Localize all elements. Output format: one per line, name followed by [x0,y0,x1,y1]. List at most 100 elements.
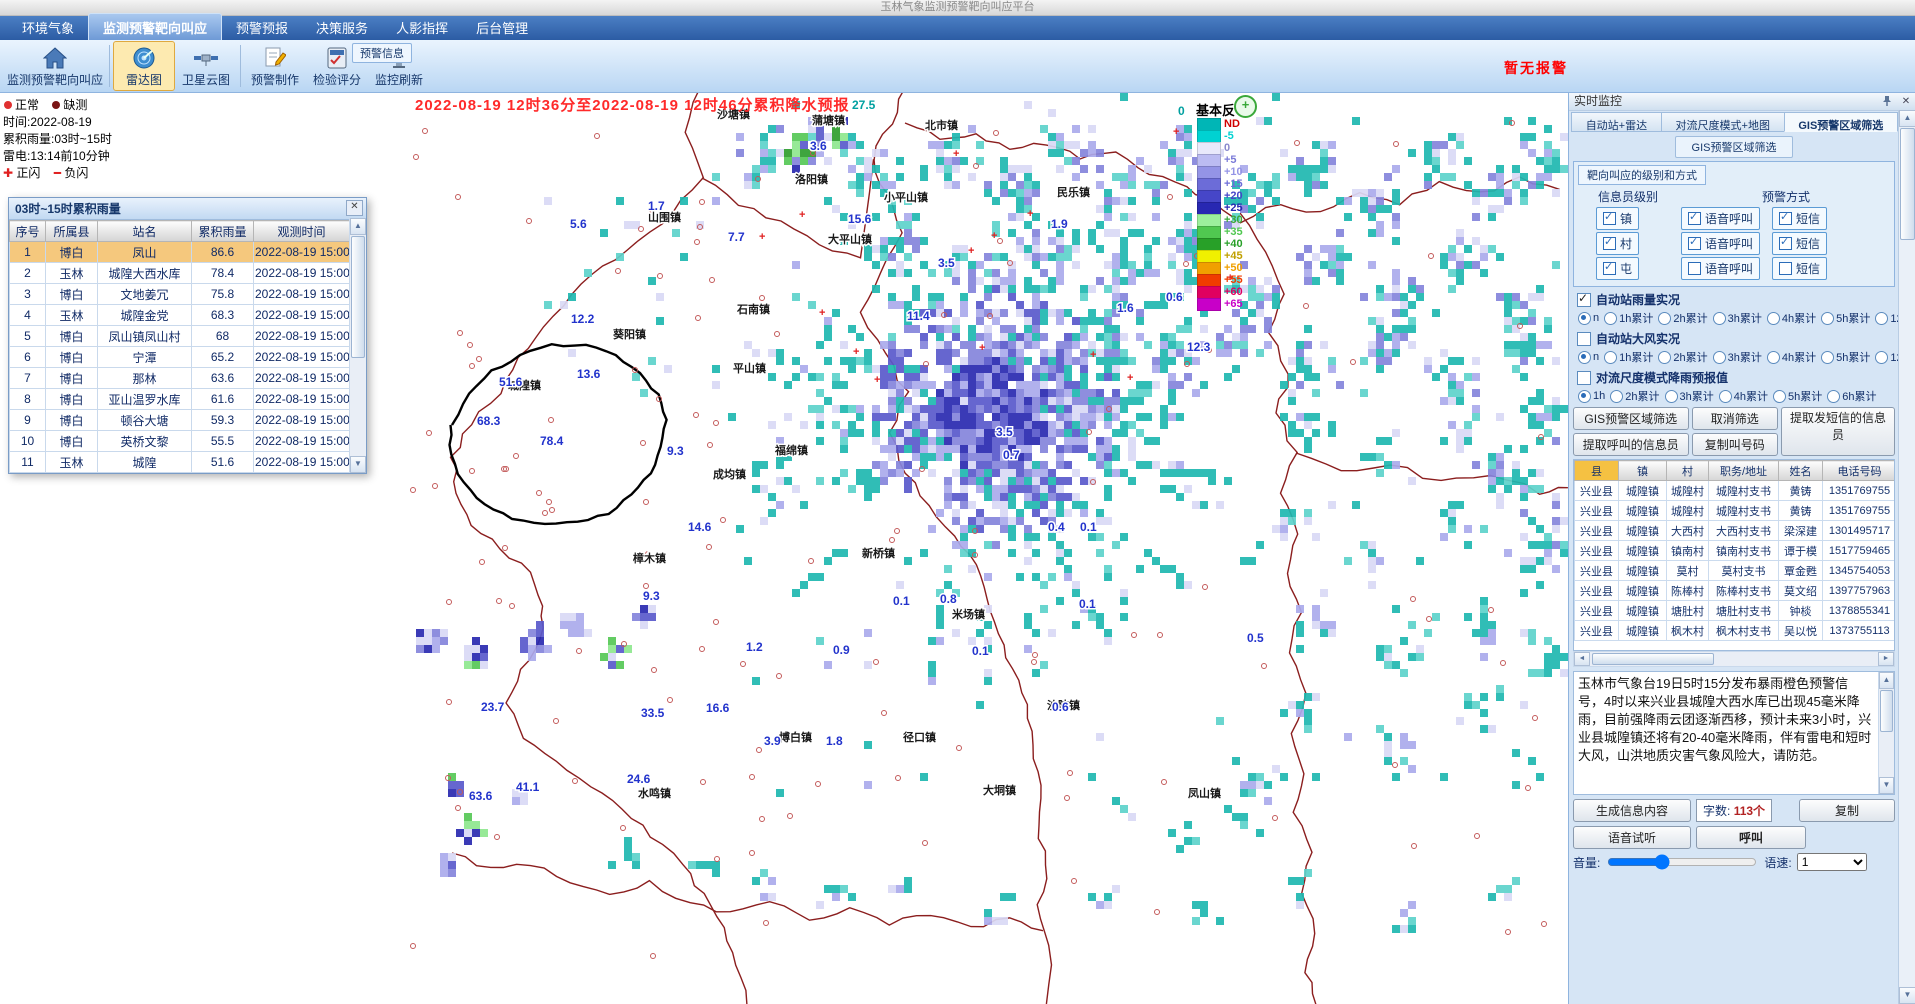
radio-icon[interactable] [1658,312,1671,325]
sms-chip-0[interactable]: 短信 [1772,207,1827,230]
radio-icon[interactable] [1773,390,1786,403]
voice-call-chip-0[interactable]: 语音呼叫 [1681,207,1760,230]
radio-icon[interactable] [1604,351,1617,364]
panel-tab-0[interactable]: 自动站+雷达 [1571,112,1662,132]
panel-tab-1[interactable]: 对流尺度模式+地图 [1661,112,1785,132]
map-viewport[interactable]: ++++++++++++++沙塘镇蒲塘镇北市镇洛阳镇小平山镇民乐镇山围镇大平山镇… [0,93,1568,1004]
message-box[interactable]: 玉林市气象台19日5时15分发布暴雨橙色预警信号，4时以来兴业县城隍大西水库已出… [1573,671,1895,795]
table-row[interactable]: 4玉林城隍金党68.32022-08-19 15:00 [10,305,350,326]
rain-col-header[interactable]: 站名 [98,221,192,242]
extract-sms-button[interactable]: 提取发短信的信息员 [1781,407,1895,456]
voice-call-chip-2[interactable]: 语音呼叫 [1681,257,1760,280]
radio-icon[interactable] [1610,390,1623,403]
table-row[interactable]: 兴业县城隍镇城隍村城隍村支书黄铸1351769755 [1575,501,1896,521]
contact-col-header[interactable]: 县 [1575,461,1619,481]
scroll-up-icon[interactable]: ▲ [1899,110,1915,127]
call-button[interactable]: 呼叫 [1696,826,1806,849]
contact-col-header[interactable]: 电话号码 [1823,461,1896,481]
table-row[interactable]: 兴业县城隍镇莫村莫村支书覃金甦1345754053 [1575,561,1896,581]
generate-message-button[interactable]: 生成信息内容 [1573,799,1691,822]
menu-tab-1[interactable]: 监测预警靶向叫应 [88,13,222,40]
contact-col-header[interactable]: 职务/地址 [1709,461,1779,481]
level-chip-屯[interactable]: 屯 [1596,257,1639,280]
tool-item-2[interactable]: 卫星云图 [175,41,237,91]
scrollbar-thumb[interactable] [1592,653,1714,665]
tool-item-1[interactable]: 雷达图 [113,41,175,91]
table-row[interactable]: 8博白亚山温罗水库61.62022-08-19 15:00 [10,389,350,410]
contact-table-hscrollbar[interactable]: ◄ ► [1573,651,1895,667]
auto-wind-checkbox-row[interactable]: 自动站大风实况 [1577,330,1895,347]
scroll-left-icon[interactable]: ◄ [1574,652,1590,666]
scroll-up-icon[interactable]: ▲ [1879,672,1894,689]
menu-tab-3[interactable]: 决策服务 [302,14,382,40]
radio-icon[interactable] [1578,390,1591,403]
table-row[interactable]: 3博白文地姜冗75.82022-08-19 15:00 [10,284,350,305]
rain-window-titlebar[interactable]: 03时~15时累积雨量 ✕ [9,198,366,220]
table-row[interactable]: 9博白顿谷大塘59.32022-08-19 15:00 [10,410,350,431]
scroll-up-icon[interactable]: ▲ [350,218,366,235]
rain-col-header[interactable]: 观测时间 [254,221,350,242]
contact-col-header[interactable]: 镇 [1619,461,1667,481]
panel-scrollbar[interactable]: ▲ ▼ [1898,110,1915,1004]
gis-filter-button[interactable]: GIS预警区域筛选 [1573,407,1689,430]
volume-slider[interactable] [1607,855,1757,869]
table-row[interactable]: 6博白宁潭65.22022-08-19 15:00 [10,347,350,368]
rain-col-header[interactable]: 累积雨量 [192,221,254,242]
map-zoom-button[interactable]: + [1234,95,1257,118]
radio-icon[interactable] [1665,390,1678,403]
checkbox-icon[interactable] [1577,332,1591,346]
gis-filter-section-label[interactable]: GIS预警区域筛选 [1675,136,1793,158]
table-row[interactable]: 兴业县城隍镇塘肚村塘肚村支书钟棪1378855341 [1575,601,1896,621]
close-icon[interactable]: ✕ [1898,94,1914,110]
menu-tab-2[interactable]: 预警预报 [222,14,302,40]
radio-icon[interactable] [1875,312,1888,325]
scroll-down-icon[interactable]: ▼ [350,456,366,473]
rain-col-header[interactable]: 序号 [10,221,46,242]
scroll-down-icon[interactable]: ▼ [1899,987,1915,1004]
table-row[interactable]: 11玉林城隍51.62022-08-19 15:00 [10,452,350,473]
copy-number-button[interactable]: 复制叫号码 [1692,433,1779,456]
radio-icon[interactable] [1767,351,1780,364]
contact-col-header[interactable]: 姓名 [1779,461,1823,481]
radio-icon[interactable] [1658,351,1671,364]
extract-call-button[interactable]: 提取呼叫的信息员 [1573,433,1689,456]
panel-tab-2[interactable]: GIS预警区域筛选 [1784,112,1898,132]
scrollbar-thumb[interactable] [351,236,365,358]
copy-button[interactable]: 复制 [1799,799,1895,822]
table-row[interactable]: 5博白凤山镇凤山村682022-08-19 15:00 [10,326,350,347]
menu-tab-4[interactable]: 人影指挥 [382,14,462,40]
radio-icon[interactable] [1713,351,1726,364]
radio-icon[interactable] [1713,312,1726,325]
level-chip-村[interactable]: 村 [1596,232,1639,255]
table-row[interactable]: 2玉林城隍大西水库78.42022-08-19 15:00 [10,263,350,284]
radio-icon[interactable] [1578,351,1591,364]
voice-preview-button[interactable]: 语音试听 [1573,826,1691,849]
message-scrollbar[interactable]: ▲ ▼ [1878,672,1894,794]
radio-icon[interactable] [1875,351,1888,364]
radio-icon[interactable] [1719,390,1732,403]
table-row[interactable]: 1博白凤山86.62022-08-19 15:00 [10,242,350,263]
speed-select[interactable]: 1 [1797,853,1867,871]
radio-icon[interactable] [1827,390,1840,403]
scroll-right-icon[interactable]: ► [1878,652,1894,666]
menu-tab-5[interactable]: 后台管理 [462,14,542,40]
close-icon[interactable]: ✕ [346,200,363,216]
sms-chip-2[interactable]: 短信 [1772,257,1827,280]
radio-icon[interactable] [1821,351,1834,364]
checkbox-icon[interactable] [1577,293,1591,307]
checkbox-icon[interactable] [1577,371,1591,385]
cancel-filter-button[interactable]: 取消筛选 [1692,407,1779,430]
pin-icon[interactable] [1879,94,1895,110]
table-row[interactable]: 兴业县城隍镇城隍村城隍村支书黄铸1351769755 [1575,481,1896,501]
radio-icon[interactable] [1578,312,1591,325]
radio-icon[interactable] [1767,312,1780,325]
tool-item-3[interactable]: 预警制作 [244,41,306,91]
table-row[interactable]: 兴业县城隍镇陈棒村陈棒村支书莫文绍1397757963 [1575,581,1896,601]
radio-icon[interactable] [1604,312,1617,325]
scrollbar-thumb[interactable] [1880,690,1893,732]
table-row[interactable]: 10博白英桥文黎55.52022-08-19 15:00 [10,431,350,452]
rain-table-scrollbar[interactable]: ▲ ▼ [349,218,366,473]
scrollbar-thumb[interactable] [1900,128,1915,240]
tool-item-0[interactable]: 监测预警靶向叫应 [4,41,106,91]
auto-rain-checkbox-row[interactable]: 自动站雨量实况 [1577,291,1895,308]
